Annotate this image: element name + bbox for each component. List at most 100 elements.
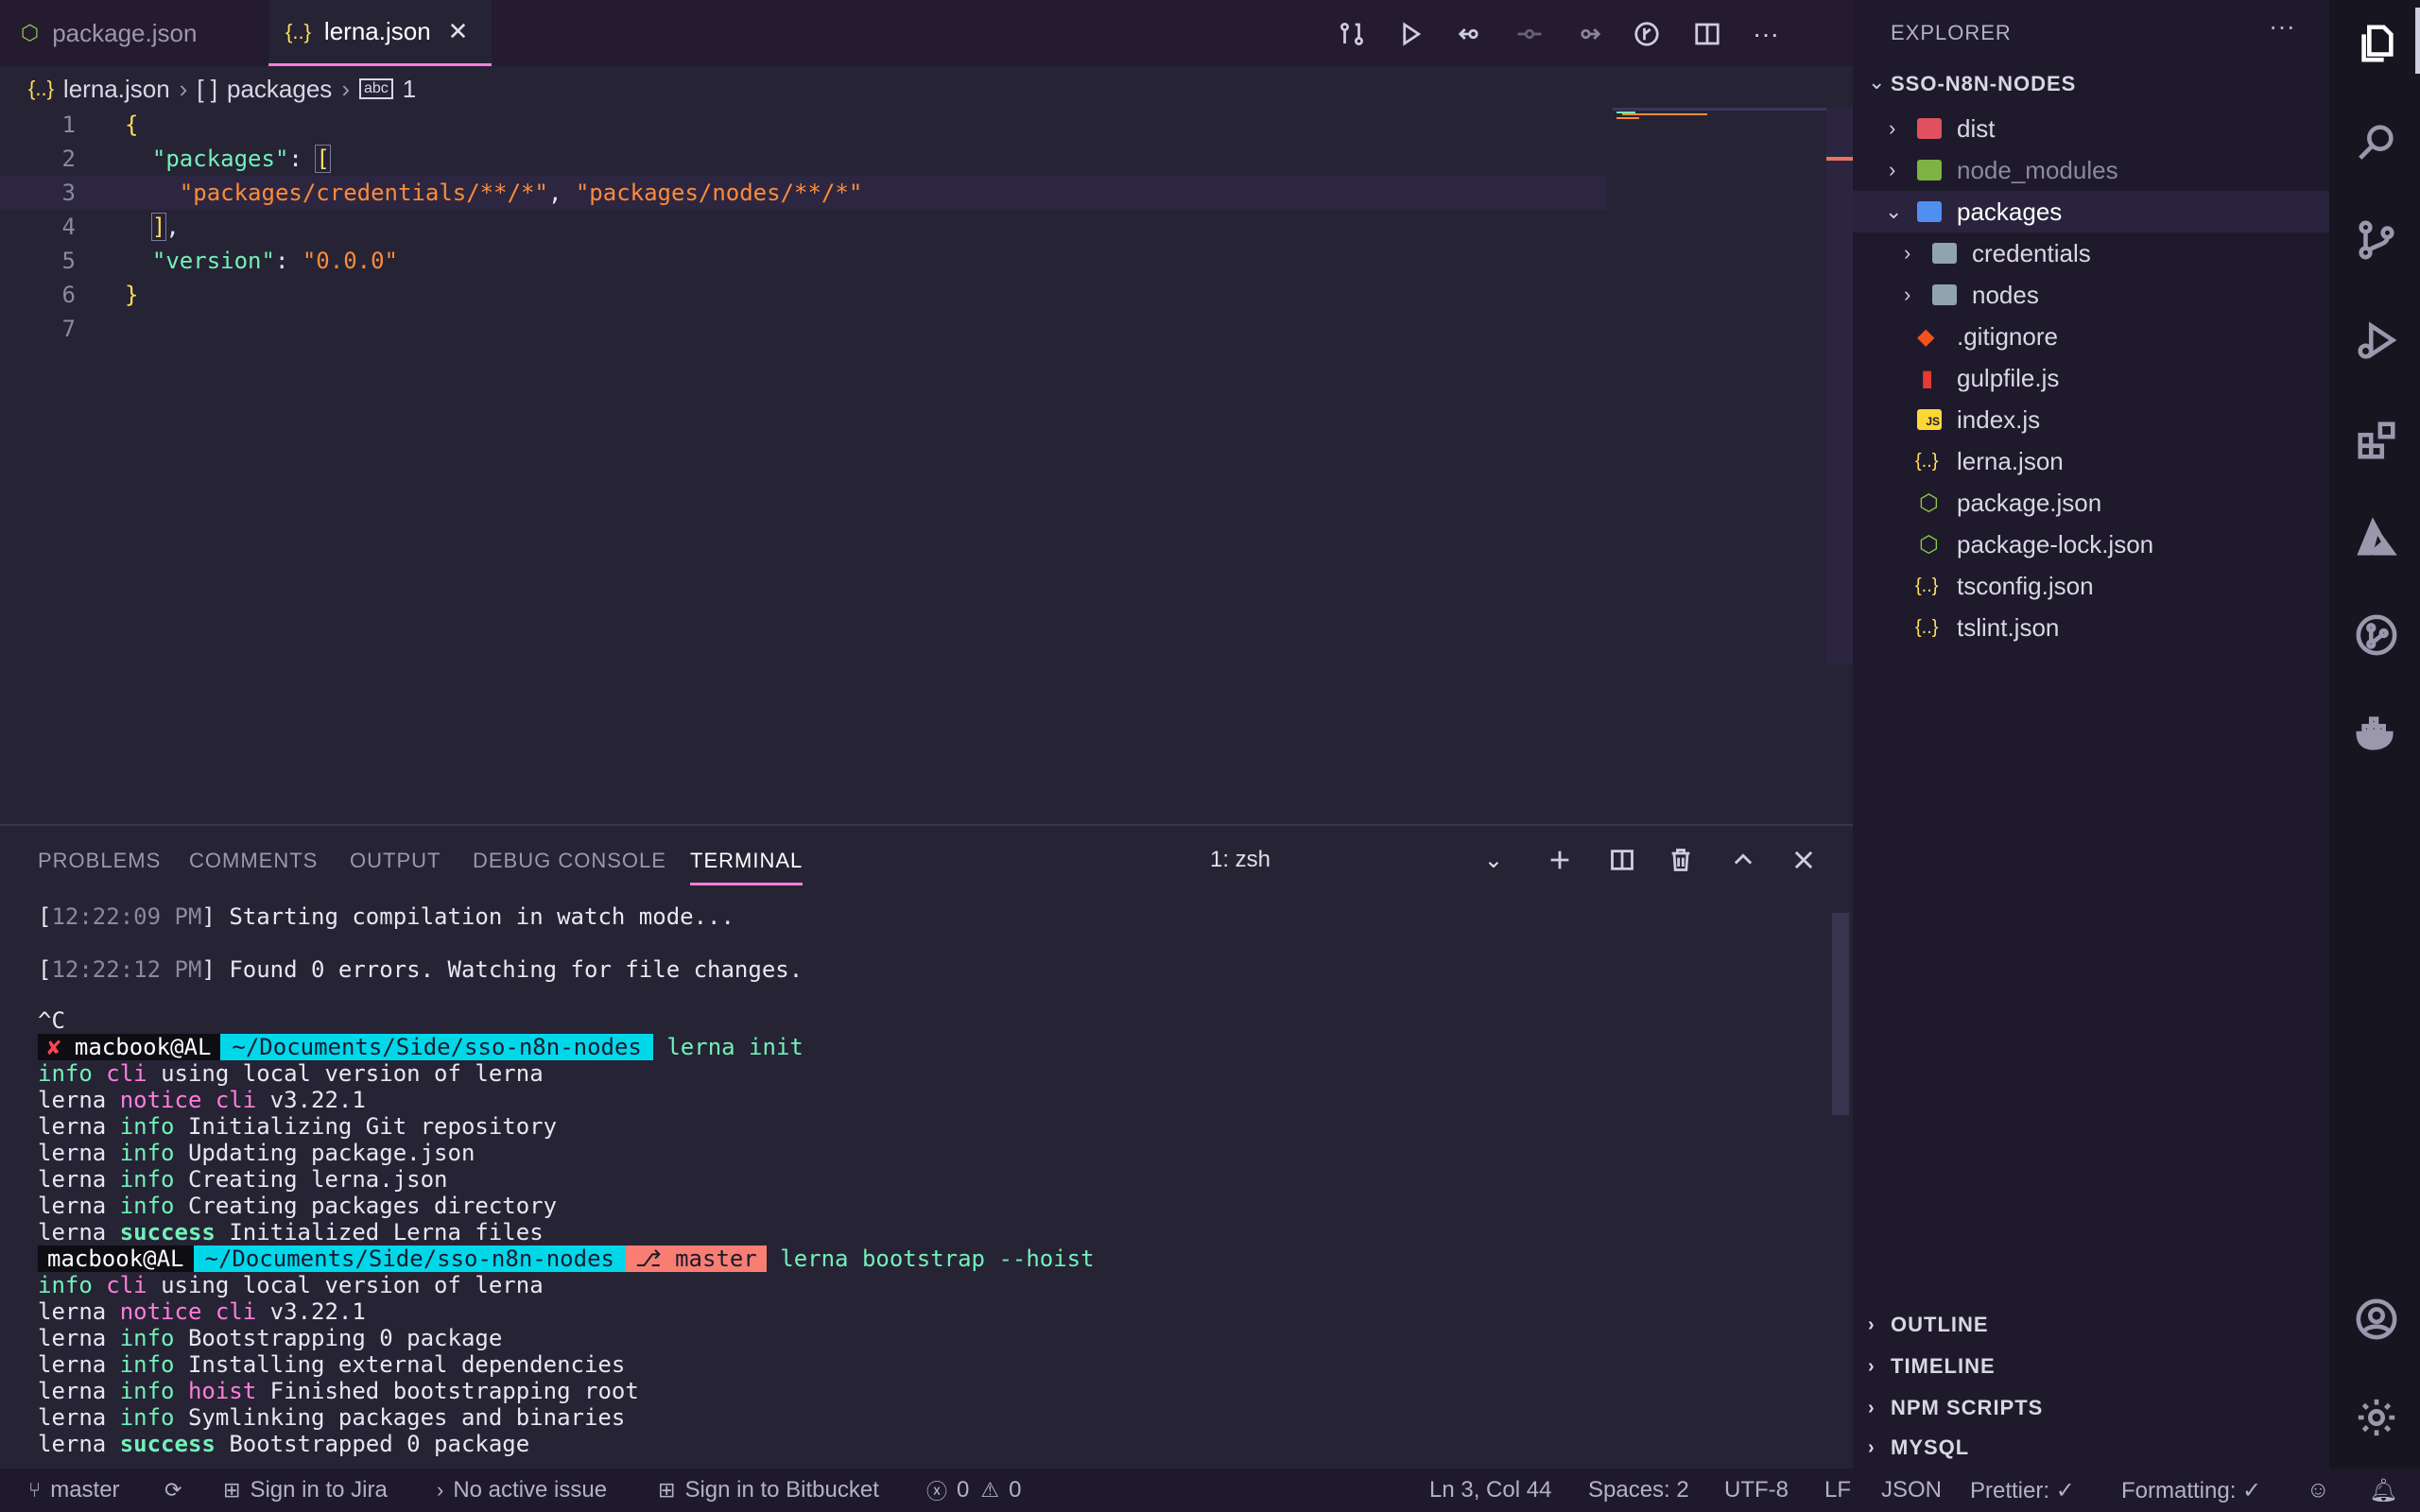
azure-icon[interactable] bbox=[2352, 514, 2401, 563]
tree-item-nodes[interactable]: › nodes bbox=[1853, 274, 2329, 316]
code-line: 4 ], bbox=[0, 210, 1607, 244]
split-terminal-icon[interactable] bbox=[1603, 841, 1641, 879]
code-line: 5 "version": "0.0.0" bbox=[0, 244, 1607, 278]
more-actions-icon[interactable]: ··· bbox=[1747, 15, 1785, 53]
status-branch[interactable]: ⑂ master bbox=[28, 1469, 120, 1512]
source-control-icon[interactable] bbox=[2352, 215, 2401, 265]
extensions-icon[interactable] bbox=[2352, 416, 2401, 465]
status-language[interactable]: JSON bbox=[1881, 1469, 1942, 1512]
tab-label: package.json bbox=[52, 18, 198, 47]
breadcrumb-file[interactable]: lerna.json bbox=[63, 75, 170, 104]
new-terminal-icon[interactable] bbox=[1541, 841, 1579, 879]
sync-icon[interactable]: ⟳ bbox=[164, 1469, 191, 1512]
status-prettier[interactable]: Prettier: ✓ bbox=[1970, 1469, 2075, 1512]
status-bar: ⑂ master ⟳ ⊞ Sign in to Jira › No active… bbox=[0, 1469, 2420, 1512]
split-editor-icon[interactable] bbox=[1688, 15, 1726, 53]
json-string: "0.0.0" bbox=[302, 248, 399, 274]
tree-item-package-lock-json[interactable]: ⬡ package-lock.json bbox=[1853, 524, 2329, 565]
run-icon[interactable] bbox=[1392, 15, 1429, 53]
tree-item-credentials[interactable]: › credentials bbox=[1853, 232, 2329, 274]
code-line: 1 { bbox=[0, 108, 1607, 142]
feedback-icon[interactable]: ☺ bbox=[2307, 1469, 2330, 1512]
status-bitbucket[interactable]: ⊞ Sign in to Bitbucket bbox=[658, 1469, 879, 1512]
minimap[interactable] bbox=[1613, 108, 1826, 121]
status-cursor-position[interactable]: Ln 3, Col 44 bbox=[1429, 1469, 1551, 1512]
status-issue[interactable]: › No active issue bbox=[437, 1469, 607, 1512]
section-timeline[interactable]: › TIMELINE bbox=[1853, 1346, 2329, 1387]
terminal-scrollbar[interactable] bbox=[1832, 913, 1849, 1115]
code-line: 2 "packages": [ bbox=[0, 142, 1607, 176]
chevron-right-icon: › bbox=[437, 1478, 444, 1502]
workspace-name: SSO-N8N-NODES bbox=[1891, 72, 2077, 95]
go-forward-icon[interactable] bbox=[1569, 15, 1607, 53]
more-actions-icon[interactable]: ··· bbox=[2269, 11, 2295, 42]
chevron-right-icon: › bbox=[1904, 241, 1911, 265]
search-icon[interactable] bbox=[2352, 117, 2401, 166]
chevron-right-icon: › bbox=[341, 74, 350, 103]
notifications-bell-icon[interactable]: 🔔︎ bbox=[2369, 1469, 2397, 1512]
explorer-title: EXPLORER bbox=[1891, 21, 2012, 44]
section-npm-scripts[interactable]: › NPM SCRIPTS bbox=[1853, 1387, 2329, 1429]
chevron-right-icon: › bbox=[1904, 283, 1911, 306]
code-line-current: 3 "packages/credentials/**/*", "packages… bbox=[0, 176, 1607, 210]
close-panel-icon[interactable] bbox=[1785, 841, 1823, 879]
tree-item-packages[interactable]: ⌄ packages bbox=[1853, 191, 2329, 232]
trash-icon[interactable] bbox=[1662, 841, 1700, 879]
tab-problems[interactable]: PROBLEMS bbox=[38, 849, 161, 873]
go-back-icon[interactable] bbox=[1452, 15, 1490, 53]
editor-scrollbar[interactable] bbox=[1826, 108, 1853, 663]
tree-item-tslint-json[interactable]: {..} tslint.json bbox=[1853, 607, 2329, 648]
workspace-header[interactable]: ⌄ SSO-N8N-NODES bbox=[1853, 68, 2329, 106]
account-icon[interactable] bbox=[2352, 1295, 2401, 1344]
tree-item-tsconfig-json[interactable]: {..} tsconfig.json bbox=[1853, 565, 2329, 607]
tab-output[interactable]: OUTPUT bbox=[350, 849, 441, 873]
cursor-position-marker bbox=[1826, 157, 1853, 161]
breadcrumb-key[interactable]: packages bbox=[227, 75, 332, 104]
terminal-line: lerna info Creating lerna.json bbox=[38, 1166, 448, 1193]
settings-gear-icon[interactable] bbox=[2352, 1393, 2401, 1442]
status-formatting[interactable]: Formatting: ✓ bbox=[2121, 1469, 2261, 1512]
editor-group: ⬡ package.json {..} lerna.json ✕ ··· {..… bbox=[0, 0, 1853, 824]
git-lens-icon[interactable] bbox=[1628, 15, 1666, 53]
section-outline[interactable]: › OUTLINE bbox=[1853, 1304, 2329, 1346]
run-debug-icon[interactable] bbox=[2352, 316, 2401, 365]
breadcrumb-index[interactable]: 1 bbox=[403, 75, 416, 104]
tree-item-node-modules[interactable]: › node_modules bbox=[1853, 149, 2329, 191]
array-icon: [ ] bbox=[197, 74, 217, 103]
status-problems[interactable]: ⓧ 0 ⚠ 0 bbox=[926, 1469, 1021, 1512]
explorer-files-icon[interactable] bbox=[2352, 19, 2401, 68]
tab-debug-console[interactable]: DEBUG CONSOLE bbox=[473, 849, 666, 873]
chevron-right-icon: › bbox=[1889, 116, 1896, 140]
maximize-panel-icon[interactable] bbox=[1724, 841, 1762, 879]
tree-item-gulpfile[interactable]: ▮ gulpfile.js bbox=[1853, 357, 2329, 399]
line-number: 2 bbox=[61, 146, 76, 172]
terminal-line: lerna success Initialized Lerna files bbox=[38, 1219, 544, 1246]
docker-icon[interactable] bbox=[2352, 709, 2401, 758]
terminal-line: lerna info Creating packages directory bbox=[38, 1193, 558, 1219]
terminal-line: lerna success Bootstrapped 0 package bbox=[38, 1431, 530, 1457]
json-braces-icon: {..} bbox=[285, 19, 311, 43]
navigate-icon[interactable] bbox=[1511, 15, 1548, 53]
terminal-select[interactable]: 1: zsh ⌄ bbox=[1210, 847, 1503, 873]
tree-item-package-json[interactable]: ⬡ package.json bbox=[1853, 482, 2329, 524]
chevron-down-icon: ⌄ bbox=[1483, 848, 1503, 873]
json-braces-icon: {..} bbox=[1915, 616, 1939, 638]
js-icon: JS bbox=[1917, 409, 1942, 430]
status-encoding[interactable]: UTF-8 bbox=[1724, 1469, 1789, 1512]
tab-package-json[interactable]: ⬡ package.json bbox=[21, 0, 197, 66]
tab-comments[interactable]: COMMENTS bbox=[189, 849, 318, 873]
tree-item-index-js[interactable]: JS index.js bbox=[1853, 399, 2329, 440]
status-indentation[interactable]: Spaces: 2 bbox=[1588, 1469, 1689, 1512]
section-mysql[interactable]: › MYSQL bbox=[1853, 1427, 2329, 1469]
close-icon[interactable]: ✕ bbox=[448, 17, 469, 46]
line-number: 6 bbox=[61, 282, 76, 308]
status-eol[interactable]: LF bbox=[1824, 1469, 1851, 1512]
tree-item-dist[interactable]: › dist bbox=[1853, 108, 2329, 149]
open-changes-icon[interactable] bbox=[1333, 15, 1371, 53]
tab-terminal[interactable]: TERMINAL bbox=[690, 849, 804, 885]
tree-item-lerna-json[interactable]: {..} lerna.json bbox=[1853, 440, 2329, 482]
tree-item-gitignore[interactable]: ◆ .gitignore bbox=[1853, 316, 2329, 357]
status-jira[interactable]: ⊞ Sign in to Jira bbox=[223, 1469, 388, 1512]
tab-lerna-json[interactable]: {..} lerna.json ✕ bbox=[268, 0, 492, 66]
git-graph-icon[interactable] bbox=[2352, 610, 2401, 660]
